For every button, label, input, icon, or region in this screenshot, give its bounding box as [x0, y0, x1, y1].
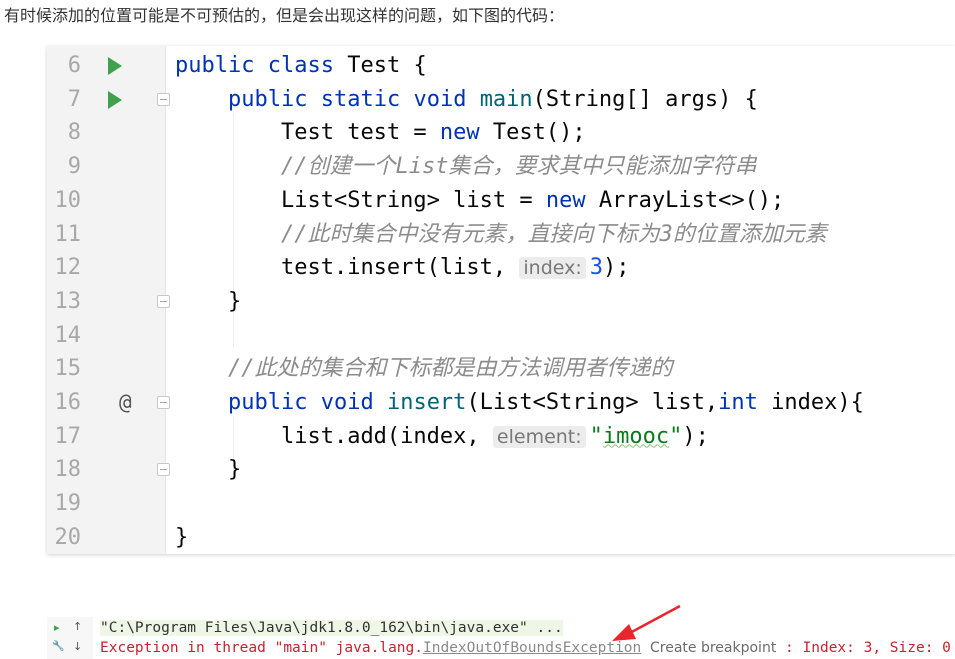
arrow-head — [612, 624, 636, 641]
arrow-shaft — [627, 604, 681, 636]
annotation-arrow — [612, 604, 681, 641]
